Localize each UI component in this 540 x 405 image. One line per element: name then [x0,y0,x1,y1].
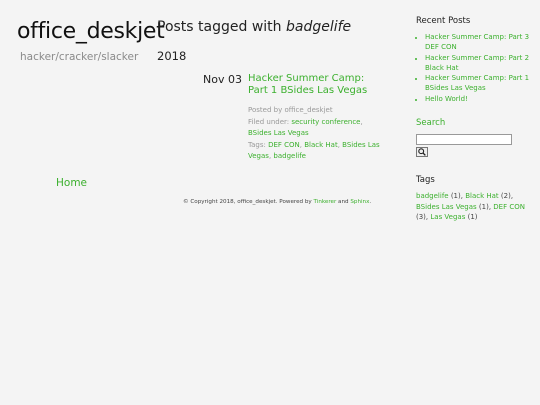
tag-cloud-link[interactable]: BSides Las Vegas [416,203,477,211]
site-title[interactable]: office_deskjet [17,19,165,44]
post-meta: Posted by office_deskjet Filed under: se… [248,105,382,163]
tag-link[interactable]: badgelife [273,152,306,160]
footer-copyright: © Copyright 2018, office_deskjet. Powere… [183,199,314,205]
tinkerer-link[interactable]: Tinkerer [314,199,337,205]
footer: © Copyright 2018, office_deskjet. Powere… [183,199,371,205]
footer-end: . [369,199,372,205]
list-item: Hacker Summer Camp: Part 2 Black Hat [425,53,534,74]
home-link[interactable]: Home [56,177,87,189]
post-author-line: Posted by office_deskjet [248,105,382,117]
post-categories-line: Filed under: security conference, BSides… [248,117,363,138]
tags-title: Tags [416,175,435,186]
footer-and: and [336,199,351,205]
page-heading: Posts tagged with badgelife [157,19,351,35]
tags-label: Tags: [248,140,269,149]
tag-link[interactable]: Black Hat [304,141,337,149]
list-item: Hello World! [425,94,534,104]
heading-tag: badgelife [285,19,352,35]
tag-count: (3) [416,213,426,222]
post-date: Nov 03 [203,73,242,86]
search-title: Search [416,118,446,129]
recent-posts-list: Hacker Summer Camp: Part 3 DEF CON Hacke… [416,32,534,104]
post-tags-line: Tags: DEF CON, Black Hat, BSides Las Veg… [248,140,380,161]
heading-prefix: Posts tagged with [157,19,286,35]
tags-cloud: badgelife (1), Black Hat (2), BSides Las… [416,192,525,222]
post-author: office_deskjet [284,106,333,114]
category-link[interactable]: security conference [291,118,360,126]
site-tagline: hacker/cracker/slacker [20,51,139,63]
search-button[interactable] [416,147,428,158]
tag-count: (1) [467,213,478,222]
tag-cloud-link[interactable]: badgelife [416,192,449,200]
search-form [416,134,534,158]
filed-under-label: Filed under: [248,117,292,126]
search-icon [418,148,426,156]
tag-cloud-link[interactable]: Black Hat [465,192,498,200]
recent-posts-title: Recent Posts [416,16,471,26]
sphinx-link[interactable]: Sphinx [350,199,369,205]
tag-link[interactable]: DEF CON [268,141,300,149]
list-item: Hacker Summer Camp: Part 3 DEF CON [425,32,534,53]
archive-year: 2018 [157,49,187,63]
tag-cloud-link[interactable]: DEF CON [493,203,525,211]
post-title-link[interactable]: Hacker Summer Camp: Part 1 BSides Las Ve… [248,73,382,97]
tag-count: (2) [500,192,511,201]
sidebar: Recent Posts Hacker Summer Camp: Part 3 … [416,16,534,223]
tag-count: (1) [478,202,489,211]
tag-cloud-link[interactable]: Las Vegas [430,213,465,221]
category-link[interactable]: BSides Las Vegas [248,129,309,137]
tag-count: (1) [450,192,461,201]
recent-post-link[interactable]: Hello World! [425,95,468,103]
recent-post-link[interactable]: Hacker Summer Camp: Part 1 BSides Las Ve… [425,74,529,92]
recent-post-link[interactable]: Hacker Summer Camp: Part 3 DEF CON [425,33,529,51]
recent-post-link[interactable]: Hacker Summer Camp: Part 2 Black Hat [425,54,529,72]
post-entry: Hacker Summer Camp: Part 1 BSides Las Ve… [248,73,382,163]
list-item: Hacker Summer Camp: Part 1 BSides Las Ve… [425,73,534,94]
search-input[interactable] [416,134,512,146]
posted-by-label: Posted by [248,106,285,114]
